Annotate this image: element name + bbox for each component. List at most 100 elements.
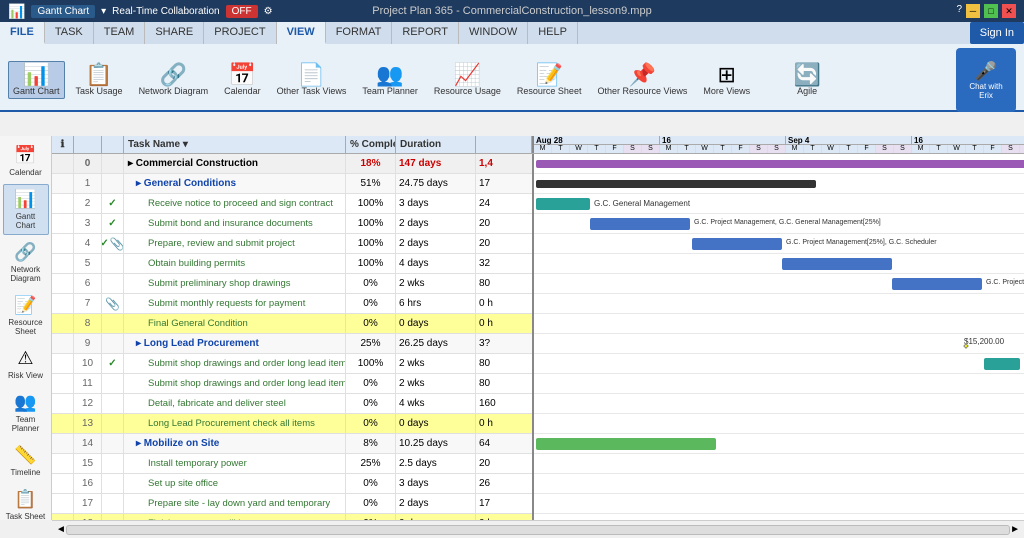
view-selector[interactable]: Gantt Chart	[31, 5, 95, 18]
erix-button[interactable]: 🎤 Chat with Erix	[956, 48, 1016, 112]
minimize-button[interactable]: ─	[966, 4, 980, 18]
cell-taskname-5[interactable]: Obtain building permits	[124, 254, 346, 273]
close-button[interactable]: ✕	[1002, 4, 1016, 18]
table-row[interactable]: 2 ✓ Receive notice to proceed and sign c…	[52, 194, 532, 214]
ribbon-btn-gantt-chart[interactable]: 📊 Gantt Chart	[8, 61, 65, 99]
tab-file[interactable]: FILE	[0, 22, 45, 44]
cell-taskname-1[interactable]: ▸ General Conditions	[124, 174, 346, 193]
cell-taskname-12[interactable]: Detail, fabricate and deliver steel	[124, 394, 346, 413]
ribbon-btn-other-task[interactable]: 📄 Other Task Views	[272, 61, 352, 99]
cell-taskname-3[interactable]: Submit bond and insurance documents	[124, 214, 346, 233]
sidebar-item-task-sheet[interactable]: 📋 Task Sheet	[3, 484, 49, 526]
ribbon-btn-team-planner[interactable]: 👥 Team Planner	[357, 61, 423, 99]
ribbon-tab-bar: FILE TASK TEAM SHARE PROJECT VIEW FORMAT…	[0, 22, 1024, 44]
maximize-button[interactable]: □	[984, 4, 998, 18]
table-row[interactable]: 7 📎 Submit monthly requests for payment …	[52, 294, 532, 314]
gantt-bar-3	[590, 218, 690, 230]
cell-taskname-6[interactable]: Submit preliminary shop drawings	[124, 274, 346, 293]
th-pct[interactable]: % Complete	[346, 136, 396, 153]
th-taskname[interactable]: Task Name ▾	[124, 136, 346, 153]
day-M4: M	[912, 145, 930, 153]
table-row[interactable]: 3 ✓ Submit bond and insurance documents …	[52, 214, 532, 234]
tab-window[interactable]: WINDOW	[459, 22, 528, 44]
tab-view[interactable]: VIEW	[277, 22, 326, 44]
signin-button[interactable]: Sign In	[970, 22, 1024, 44]
sidebar-item-timeline[interactable]: 📏 Timeline	[3, 440, 49, 482]
table-row[interactable]: 14 ▸ Mobilize on Site 8% 10.25 days 64	[52, 434, 532, 454]
table-row[interactable]: 0 ▸ Commercial Construction 18% 147 days…	[52, 154, 532, 174]
table-row[interactable]: 6 Submit preliminary shop drawings 0% 2 …	[52, 274, 532, 294]
table-header: ℹ Task Name ▾ % Complete Duration Aug 28…	[52, 136, 1024, 154]
cell-taskname-14[interactable]: ▸ Mobilize on Site	[124, 434, 346, 453]
cell-info-16	[52, 474, 74, 493]
collab-toggle[interactable]: OFF	[226, 5, 258, 18]
table-row[interactable]: 5 Obtain building permits 100% 4 days 32	[52, 254, 532, 274]
table-row[interactable]: 12 Detail, fabricate and deliver steel 0…	[52, 394, 532, 414]
cell-taskname-13[interactable]: Long Lead Procurement check all items	[124, 414, 346, 433]
scroll-right-btn[interactable]: ►	[1010, 524, 1020, 535]
cell-info-2	[52, 194, 74, 213]
cell-taskname-8[interactable]: Final General Condition	[124, 314, 346, 333]
sidebar-item-team[interactable]: 👥 Team Planner	[3, 387, 49, 438]
table-row[interactable]: 8 Final General Condition 0% 0 days 0 h	[52, 314, 532, 334]
help-icon[interactable]: ?	[956, 4, 962, 18]
table-row[interactable]: 13 Long Lead Procurement check all items…	[52, 414, 532, 434]
ribbon-btn-resource-sheet[interactable]: 📝 Resource Sheet	[512, 61, 587, 99]
cell-taskname-17[interactable]: Prepare site - lay down yard and tempora…	[124, 494, 346, 513]
cell-taskname-10[interactable]: Submit shop drawings and order long lead…	[124, 354, 346, 373]
ribbon-btn-other-resource-label: Other Resource Views	[597, 86, 687, 96]
gantt-bar-5	[782, 258, 892, 270]
th-duration[interactable]: Duration	[396, 136, 476, 153]
cell-pct-14: 8%	[346, 434, 396, 453]
scroll-left-btn[interactable]: ◄	[56, 524, 66, 535]
tab-team[interactable]: TEAM	[94, 22, 146, 44]
ribbon-btn-resource-usage[interactable]: 📈 Resource Usage	[429, 61, 506, 99]
ribbon-btn-more-views[interactable]: ⊞ More Views	[698, 61, 755, 99]
ribbon-btn-network[interactable]: 🔗 Network Diagram	[134, 61, 214, 99]
cell-pct-0: 18%	[346, 154, 396, 173]
cell-taskname-0[interactable]: ▸ Commercial Construction	[124, 154, 346, 173]
table-row[interactable]: 9 ▸ Long Lead Procurement 25% 26.25 days…	[52, 334, 532, 354]
ribbon-btn-task-usage[interactable]: 📋 Task Usage	[71, 61, 128, 99]
table-row[interactable]: 15 Install temporary power 25% 2.5 days …	[52, 454, 532, 474]
view-dropdown-icon[interactable]: ▾	[101, 6, 106, 17]
erix-icon: 🎤	[975, 61, 997, 82]
table-row[interactable]: 4 ✓📎 Prepare, review and submit project …	[52, 234, 532, 254]
tab-task[interactable]: TASK	[45, 22, 94, 44]
ribbon-btn-other-resource[interactable]: 📌 Other Resource Views	[592, 61, 692, 99]
tab-help[interactable]: HELP	[528, 22, 578, 44]
horizontal-scrollbar[interactable]	[66, 525, 1010, 535]
cell-pct-17: 0%	[346, 494, 396, 513]
tab-project[interactable]: PROJECT	[204, 22, 276, 44]
cell-taskname-16[interactable]: Set up site office	[124, 474, 346, 493]
sidebar-item-risk[interactable]: ⚠ Risk View	[3, 343, 49, 385]
cell-indicator-7: 📎	[102, 294, 124, 313]
sidebar-risk-label: Risk View	[8, 371, 43, 380]
day-M3: M	[786, 145, 804, 153]
tab-report[interactable]: REPORT	[392, 22, 459, 44]
table-row[interactable]: 17 Prepare site - lay down yard and temp…	[52, 494, 532, 514]
cell-info-14	[52, 434, 74, 453]
sidebar-item-network[interactable]: 🔗 Network Diagram	[3, 237, 49, 288]
day-S3: S	[750, 145, 768, 153]
tab-share[interactable]: SHARE	[145, 22, 204, 44]
cell-taskname-2[interactable]: Receive notice to proceed and sign contr…	[124, 194, 346, 213]
cell-taskname-15[interactable]: Install temporary power	[124, 454, 346, 473]
table-row[interactable]: 11 Submit shop drawings and order long l…	[52, 374, 532, 394]
tab-format[interactable]: FORMAT	[326, 22, 393, 44]
sidebar-item-gantt[interactable]: 📊 Gantt Chart	[3, 184, 49, 235]
sidebar-item-resource-sheet[interactable]: 📝 Resource Sheet	[3, 290, 49, 341]
cell-taskname-7[interactable]: Submit monthly requests for payment	[124, 294, 346, 313]
gantt-chart-area[interactable]: G.C. General Management G.C. Project Man…	[534, 154, 1024, 520]
sidebar-item-calendar[interactable]: 📅 Calendar	[3, 140, 49, 182]
table-row[interactable]: 16 Set up site office 0% 3 days 26	[52, 474, 532, 494]
cell-taskname-9[interactable]: ▸ Long Lead Procurement	[124, 334, 346, 353]
table-row[interactable]: 1 ▸ General Conditions 51% 24.75 days 17	[52, 174, 532, 194]
collab-settings-icon[interactable]: ⚙	[264, 6, 273, 17]
cell-taskname-11[interactable]: Submit shop drawings and order long lead…	[124, 374, 346, 393]
ribbon-btn-calendar[interactable]: 📅 Calendar	[219, 61, 266, 99]
gantt-row-7	[534, 294, 1024, 314]
table-row[interactable]: 10 ✓ Submit shop drawings and order long…	[52, 354, 532, 374]
ribbon-btn-agile[interactable]: 🔄 Agile	[787, 61, 827, 99]
cell-taskname-4[interactable]: Prepare, review and submit project	[124, 234, 346, 253]
